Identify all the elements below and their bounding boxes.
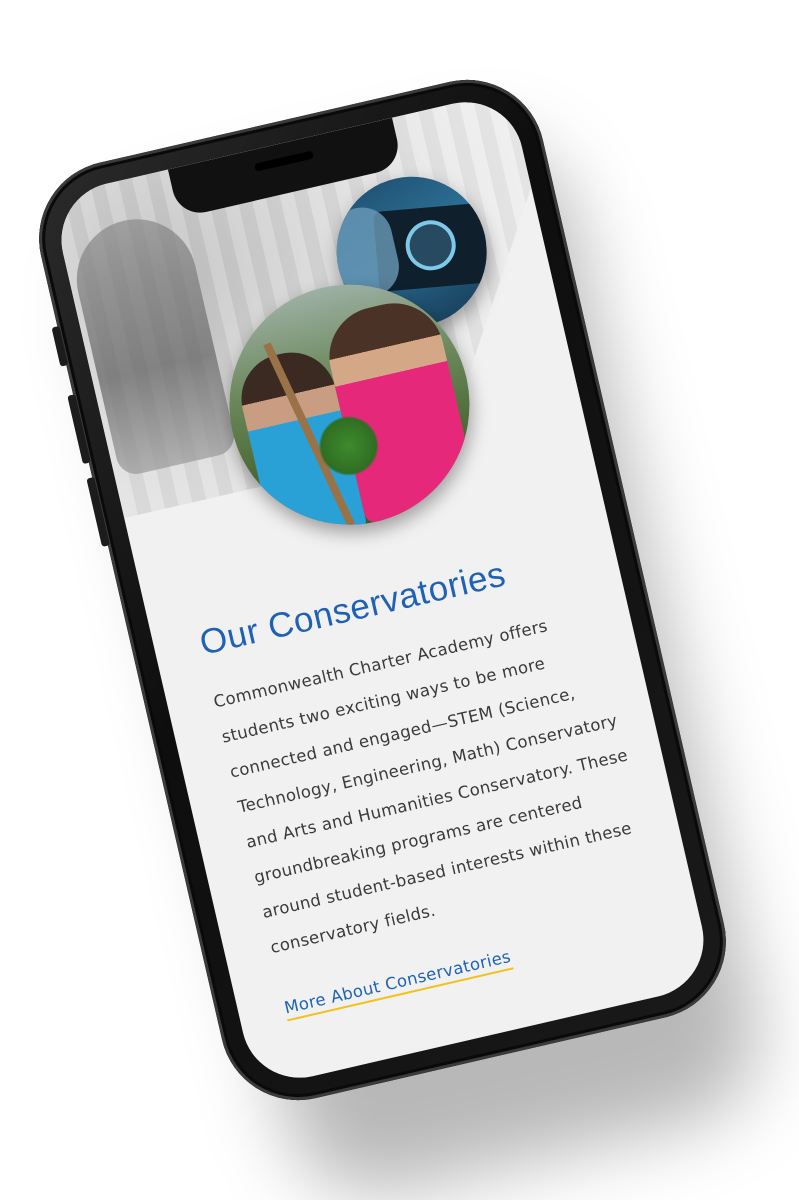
more-about-conservatories-link[interactable]: More About Conservatories <box>282 946 514 1022</box>
conservatories-section: Our Conservatories Commonwealth Charter … <box>196 536 672 1022</box>
phone-device: Our Conservatories Commonwealth Charter … <box>23 64 742 1116</box>
earpiece-speaker <box>253 150 314 172</box>
mockup-stage: Our Conservatories Commonwealth Charter … <box>0 0 799 1200</box>
section-body-text: Commonwealth Charter Academy offers stud… <box>211 616 634 958</box>
phone-screen: Our Conservatories Commonwealth Charter … <box>50 90 715 1090</box>
